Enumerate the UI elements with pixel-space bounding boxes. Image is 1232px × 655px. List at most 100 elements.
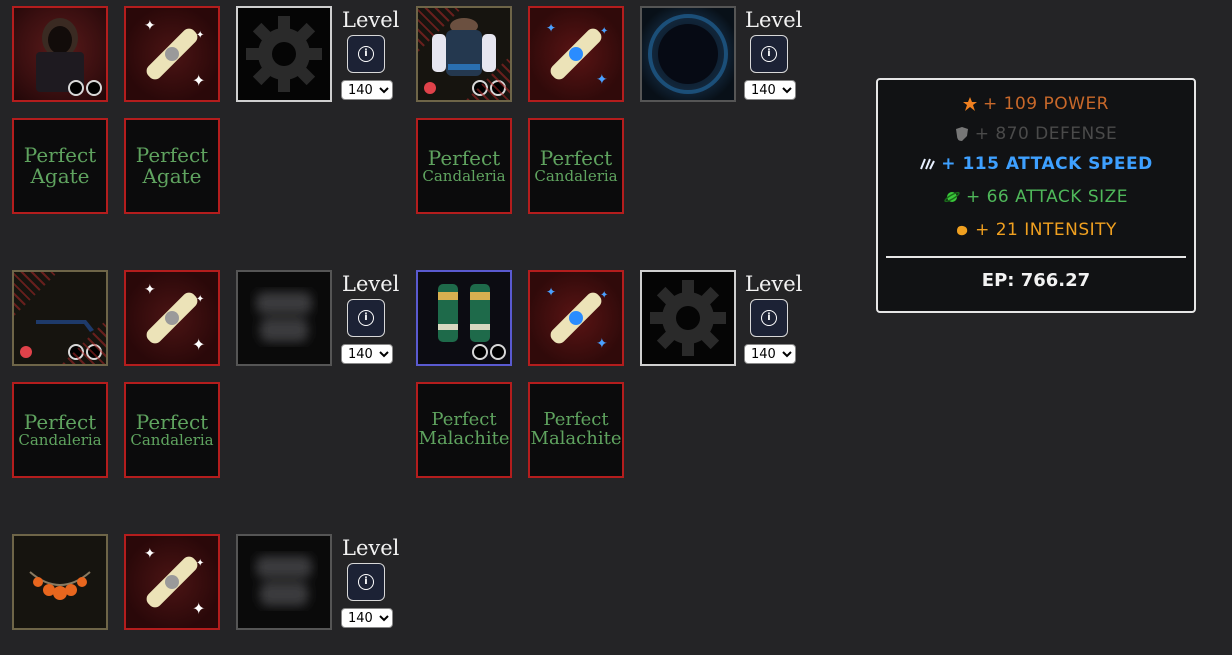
- level-label: Level: [342, 536, 400, 560]
- svg-text:✦: ✦: [596, 336, 608, 352]
- blurred-modifier-icon: [256, 556, 312, 606]
- gem-name-line1: Perfect: [23, 143, 97, 167]
- gem-slot[interactable]: Perfect Malachite: [416, 382, 512, 478]
- modifier-slot[interactable]: [236, 270, 332, 366]
- attack-size-icon: [944, 191, 960, 203]
- gem-slot[interactable]: Perfect Candaleria: [124, 382, 220, 478]
- stat-attack-size: + 66 ATTACK SIZE: [878, 187, 1194, 207]
- level-label: Level: [745, 8, 803, 32]
- info-icon: i: [761, 46, 777, 62]
- empty-modifier-slot[interactable]: [640, 270, 736, 366]
- power-star-icon: [963, 97, 977, 111]
- info-button[interactable]: i: [347, 563, 385, 601]
- modifier-slot[interactable]: [236, 534, 332, 630]
- svg-text:✦: ✦: [196, 558, 204, 569]
- info-icon: i: [761, 310, 777, 326]
- gem-sockets: [68, 80, 102, 96]
- gem-name-line2: Malachite: [418, 428, 510, 449]
- enchant-scroll-slot[interactable]: ✦ ✦ ✦: [124, 270, 220, 366]
- level-select[interactable]: 140: [341, 344, 393, 364]
- enchant-scroll-slot[interactable]: ✦ ✦ ✦: [124, 6, 220, 102]
- blurred-modifier-icon: [256, 292, 312, 342]
- intensity-icon: [957, 225, 968, 236]
- portal-icon: [648, 14, 728, 94]
- info-button[interactable]: i: [347, 35, 385, 73]
- stats-divider: [886, 256, 1186, 258]
- stat-power: + 109 POWER: [878, 94, 1194, 114]
- level-select[interactable]: 140: [744, 344, 796, 364]
- chest-item-slot[interactable]: [416, 6, 512, 102]
- gem-name-line2: Candaleria: [534, 166, 618, 185]
- gem-name-line2: Candaleria: [130, 430, 214, 449]
- gem-slot[interactable]: Perfect Candaleria: [528, 118, 624, 214]
- gem-sockets: [472, 344, 506, 360]
- rarity-dot: [424, 82, 436, 94]
- enchant-scroll-slot[interactable]: ✦ ✦ ✦: [124, 534, 220, 630]
- gem-name-line1: Perfect: [539, 145, 613, 170]
- blue-scroll-icon: ✦ ✦ ✦: [546, 285, 608, 352]
- level-label: Level: [745, 272, 803, 296]
- modifier-slot[interactable]: [640, 6, 736, 102]
- svg-text:✦: ✦: [144, 18, 156, 34]
- stat-defense: + 870 DEFENSE: [878, 124, 1194, 144]
- info-button[interactable]: i: [750, 299, 788, 337]
- ep-score: EP: 766.27: [981, 270, 1091, 291]
- gem-name-line2: Malachite: [530, 428, 622, 449]
- scroll-icon: ✦ ✦ ✦: [144, 546, 205, 618]
- level-select[interactable]: 140: [744, 80, 796, 100]
- info-button[interactable]: i: [347, 299, 385, 337]
- gem-name-line2: Agate: [142, 164, 202, 188]
- boots-item-slot[interactable]: [416, 270, 512, 366]
- svg-text:✦: ✦: [596, 72, 608, 88]
- enchant-scroll-slot[interactable]: ✦ ✦ ✦: [528, 270, 624, 366]
- level-label: Level: [342, 272, 400, 296]
- stat-attack-speed: + 115 ATTACK SPEED: [878, 154, 1194, 174]
- shield-icon: [955, 127, 968, 141]
- gem-name-line1: Perfect: [135, 143, 209, 167]
- gem-slot[interactable]: Perfect Malachite: [528, 382, 624, 478]
- svg-text:✦: ✦: [192, 599, 205, 618]
- empty-modifier-slot[interactable]: [236, 6, 332, 102]
- svg-text:✦: ✦: [196, 294, 204, 305]
- info-icon: i: [358, 46, 374, 62]
- svg-text:✦: ✦: [192, 71, 205, 90]
- svg-text:✦: ✦: [600, 26, 608, 37]
- gem-sockets: [472, 80, 506, 96]
- gem-slot[interactable]: Perfect Agate: [124, 118, 220, 214]
- necklace-icon: [29, 571, 91, 600]
- gem-name-line2: Candaleria: [422, 166, 506, 185]
- rarity-dot: [20, 346, 32, 358]
- gem-slot[interactable]: Perfect Candaleria: [416, 118, 512, 214]
- gear-icon: [650, 280, 726, 356]
- gear-icon: [246, 16, 322, 92]
- level-select[interactable]: 140: [341, 80, 393, 100]
- gem-name-line1: Perfect: [23, 409, 97, 434]
- stats-summary-panel: + 109 POWER + 870 DEFENSE + 115 ATTACK S…: [876, 78, 1196, 313]
- info-button[interactable]: i: [750, 35, 788, 73]
- level-label: Level: [342, 8, 400, 32]
- gem-slot[interactable]: Perfect Agate: [12, 118, 108, 214]
- gem-name-line2: Agate: [30, 164, 90, 188]
- helmet-item-slot[interactable]: [12, 6, 108, 102]
- weapon-item-slot[interactable]: [12, 270, 108, 366]
- gem-name-line2: Candaleria: [18, 430, 102, 449]
- level-select[interactable]: 140: [341, 608, 393, 628]
- svg-text:✦: ✦: [600, 290, 608, 301]
- enchant-scroll-slot[interactable]: ✦ ✦ ✦: [528, 6, 624, 102]
- attack-speed-icon: [920, 158, 936, 170]
- svg-text:✦: ✦: [192, 335, 205, 354]
- scroll-icon: ✦ ✦ ✦: [144, 282, 205, 354]
- gem-slot[interactable]: Perfect Candaleria: [12, 382, 108, 478]
- gem-name-line1: Perfect: [427, 145, 501, 170]
- stat-intensity: + 21 INTENSITY: [878, 220, 1194, 240]
- gem-name-line1: Perfect: [135, 409, 209, 434]
- svg-text:✦: ✦: [546, 285, 556, 299]
- svg-text:✦: ✦: [144, 546, 156, 562]
- info-icon: i: [358, 310, 374, 326]
- blue-scroll-icon: ✦ ✦ ✦: [546, 21, 608, 88]
- svg-text:✦: ✦: [144, 282, 156, 298]
- gem-sockets: [68, 344, 102, 360]
- scroll-icon: ✦ ✦ ✦: [144, 18, 205, 90]
- svg-text:✦: ✦: [546, 21, 556, 35]
- amulet-item-slot[interactable]: [12, 534, 108, 630]
